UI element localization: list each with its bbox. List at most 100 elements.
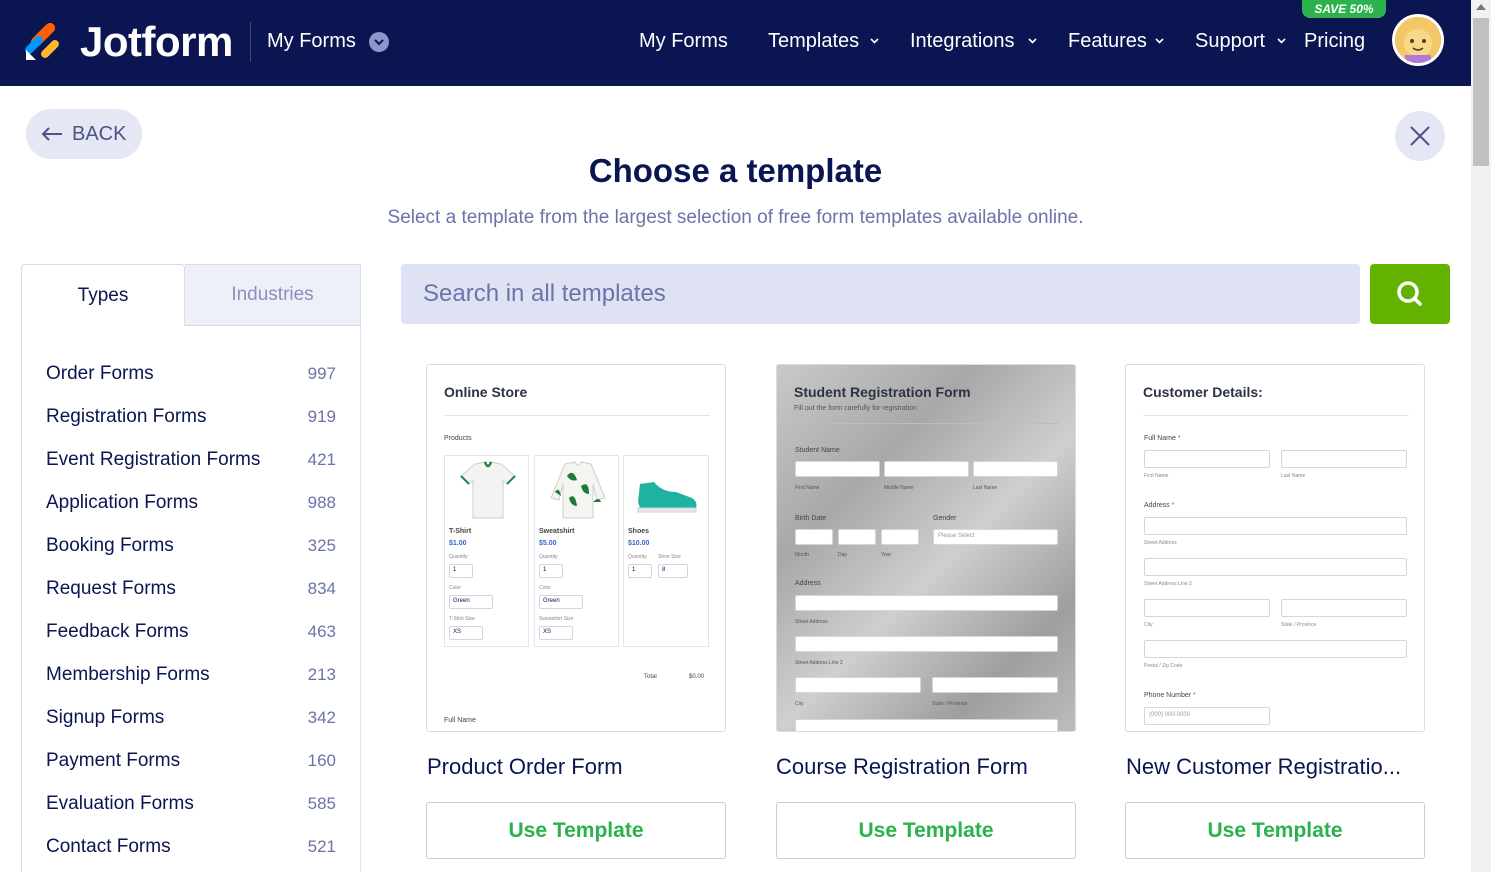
category-item[interactable]: Registration Forms 919 [46,402,336,432]
category-item[interactable]: Order Forms 997 [46,359,336,389]
preview-input [1144,599,1270,617]
preview-input [795,595,1058,611]
field-label: Full Name [1144,435,1176,442]
preview-label: Birth Date [795,515,827,522]
preview-sublabel: Last Name [1281,473,1306,479]
back-button-label: BACK [72,122,127,145]
category-item[interactable]: Booking Forms 325 [46,531,336,561]
preview-sublabel: Postal / Zip Code [1144,663,1183,669]
quantity-label: Quantity [539,554,558,560]
preview-heading: Student Registration Form [794,384,971,400]
category-count: 160 [307,751,336,770]
preview-select [838,529,876,545]
total-value: $0.00 [689,674,705,680]
preview-input [1281,450,1407,468]
preview-label: Student Name [795,447,840,454]
color-label: Color [449,585,461,591]
search-button[interactable] [1370,264,1450,324]
nav-my-forms[interactable]: My Forms [639,30,728,53]
quantity-select: 1 [449,564,473,578]
use-template-button[interactable]: Use Template [776,802,1076,859]
avatar-face-icon [1395,17,1441,63]
nav-templates[interactable]: Templates [768,30,859,53]
category-item[interactable]: Feedback Forms 463 [46,617,336,647]
category-count: 325 [307,536,336,555]
category-name: Booking Forms [46,535,174,556]
preview-sublabel: First Name [795,485,820,491]
preview-input [795,677,921,693]
category-name: Evaluation Forms [46,793,194,814]
brand-name[interactable]: Jotform [80,18,233,66]
category-item[interactable]: Payment Forms 160 [46,746,336,776]
color-select: Green [449,595,493,609]
category-name: Event Registration Forms [46,449,261,470]
product-price: $10.00 [628,540,650,547]
category-name: Registration Forms [46,406,207,427]
chevron-down-icon[interactable] [369,32,389,52]
nav-support[interactable]: Support [1195,30,1265,53]
category-name: Payment Forms [46,750,181,771]
template-title[interactable]: Product Order Form [427,754,623,780]
template-title[interactable]: New Customer Registratio... [1126,754,1401,780]
user-avatar[interactable] [1392,14,1444,66]
category-name: Application Forms [46,492,199,513]
template-preview-new-customer[interactable]: Customer Details: Full Name * First Name… [1125,364,1425,732]
field-label: Phone Number [1144,692,1192,699]
search-input[interactable]: Search in all templates [401,264,1360,324]
tshirt-icon [460,461,516,519]
preview-input [795,719,1058,731]
preview-input [1144,450,1270,468]
category-item[interactable]: Contact Forms 521 [46,832,336,862]
category-item[interactable]: Request Forms 834 [46,574,336,604]
tab-industries[interactable]: Industries [185,264,361,326]
preview-input [884,461,969,477]
template-title[interactable]: Course Registration Form [776,754,1028,780]
preview-divider [444,415,710,416]
color-label: Color [539,585,551,591]
product-tile: T-Shirt $1.00 Quantity 1 Color Green T-S… [444,455,529,647]
chevron-down-icon [1277,38,1286,44]
size-label: Sweatshirt Size [539,616,574,622]
preview-label: Address [795,580,821,587]
category-item[interactable]: Evaluation Forms 585 [46,789,336,819]
nav-pricing[interactable]: Pricing [1304,30,1365,53]
category-item[interactable]: Signup Forms 342 [46,703,336,733]
category-item[interactable]: Event Registration Forms 421 [46,445,336,475]
preview-heading: Online Store [444,384,528,400]
preview-sublabel: First Name [1144,473,1169,479]
preview-label: Products [444,435,472,442]
scrollbar-thumb[interactable] [1473,18,1489,166]
size-label: Shoe Size [658,554,681,560]
preview-input [1144,517,1407,535]
category-name: Signup Forms [46,707,165,728]
template-preview-product-order[interactable]: Online Store Products T-Shirt $1.00 Quan… [426,364,726,732]
field-label: Address [1144,502,1170,509]
save-badge: SAVE 50% [1302,0,1386,18]
quantity-label: Quantity [449,554,468,560]
tab-types[interactable]: Types [21,264,185,326]
preview-sublabel: Street Address [1144,540,1177,546]
category-count: 421 [307,450,336,469]
category-count: 342 [307,708,336,727]
chevron-down-icon [1028,38,1037,44]
total-label: Total [644,674,657,680]
category-name: Order Forms [46,363,154,384]
preview-input [973,461,1058,477]
preview-label: Address * [1144,502,1174,509]
template-preview-course-registration[interactable]: Student Registration Form Fill out the f… [776,364,1076,732]
gender-select: Please Select [933,529,1058,545]
page-title: Choose a template [588,152,883,189]
category-name: Feedback Forms [46,621,189,642]
use-template-button[interactable]: Use Template [426,802,726,859]
use-template-button[interactable]: Use Template [1125,802,1425,859]
preview-sublabel: City [1144,622,1153,628]
preview-sublabel: Month [795,552,809,558]
category-item[interactable]: Application Forms 988 [46,488,336,518]
category-item[interactable]: Membership Forms 213 [46,660,336,690]
my-forms-switcher[interactable]: My Forms [267,30,356,53]
nav-features[interactable]: Features [1068,30,1147,53]
jotform-logo-icon[interactable] [24,22,64,62]
nav-integrations[interactable]: Integrations [910,30,1015,53]
product-tile: Shoes $10.00 Quantity Shoe Size 1 8 [623,455,709,647]
scroll-up-arrow-icon[interactable] [1476,4,1486,10]
